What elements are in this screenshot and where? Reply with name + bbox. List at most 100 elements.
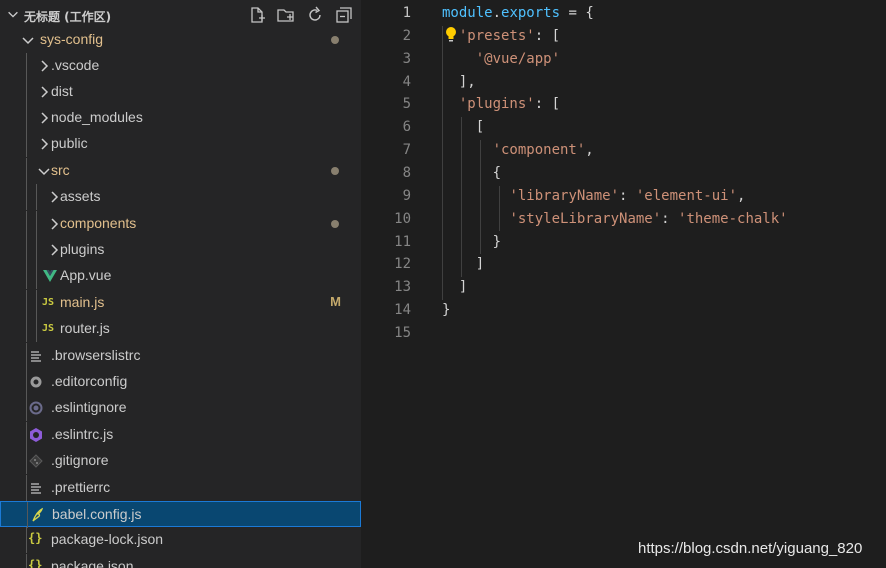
code-token: [ xyxy=(442,119,485,136)
babel-icon xyxy=(29,507,45,523)
line-number: 7 xyxy=(402,142,411,159)
tree-item-router-js[interactable]: JS router.js xyxy=(0,316,361,342)
tree-item-app-vue[interactable]: App.vue xyxy=(0,263,361,289)
tree-item-prettierrc[interactable]: .prettierrc xyxy=(0,475,361,501)
code-token: : [ xyxy=(534,27,561,44)
line-number: 3 xyxy=(402,50,411,67)
eslintignore-icon xyxy=(28,400,44,416)
code-editor[interactable]: 1 2 3 4 5 6 7 8 9 10 11 12 13 14 15 module.exports = {… xyxy=(361,0,886,568)
tree-item-src[interactable]: src xyxy=(0,158,361,184)
line-number: 12 xyxy=(394,256,411,273)
tree-item-assets[interactable]: assets xyxy=(0,184,361,210)
code-line: } xyxy=(442,302,450,318)
code-token: module xyxy=(442,5,493,21)
line-number: 8 xyxy=(402,164,411,181)
chevron-down-icon[interactable] xyxy=(36,163,52,179)
json-file-icon: {} xyxy=(28,558,43,568)
explorer-header[interactable]: 无标题 (工作区) xyxy=(0,0,361,30)
chevron-right-icon[interactable] xyxy=(36,84,52,100)
tree-item-label: dist xyxy=(51,83,73,99)
refresh-icon[interactable] xyxy=(306,6,324,24)
code-line: '@vue/app' xyxy=(442,51,560,67)
code-token: . xyxy=(492,5,502,21)
tree-item-label: .gitignore xyxy=(51,452,109,468)
tree-item-plugins[interactable]: plugins xyxy=(0,237,361,263)
line-number: 14 xyxy=(394,302,411,319)
watermark-url: https://blog.csdn.net/yiguang_820 xyxy=(638,540,863,557)
tree-item-label: router.js xyxy=(60,320,110,336)
code-line: { xyxy=(442,165,501,181)
code-line: } xyxy=(442,234,501,250)
modified-dot xyxy=(331,167,339,175)
tree-item-vscode[interactable]: .vscode xyxy=(0,53,361,79)
tree-item-label: components xyxy=(60,215,137,231)
tree-item-babel-config-js[interactable]: babel.config.js xyxy=(0,501,361,528)
tree-item-browserslistrc[interactable]: .browserslistrc xyxy=(0,343,361,369)
code-token: } xyxy=(442,233,502,250)
indent-guide xyxy=(36,316,37,342)
code-line: ] xyxy=(442,256,484,272)
indent-guide xyxy=(27,502,28,528)
code-token: 'component' xyxy=(492,142,586,159)
tree-item-label: .eslintignore xyxy=(51,399,127,415)
chevron-right-icon[interactable] xyxy=(36,110,52,126)
tree-item-sys-config[interactable]: sys-config xyxy=(0,27,361,53)
lightbulb-icon[interactable] xyxy=(444,26,458,44)
code-token: exports xyxy=(501,5,561,21)
tree-item-package-json[interactable]: {} package.json xyxy=(0,554,361,568)
tree-item-dist[interactable]: dist xyxy=(0,79,361,105)
git-icon xyxy=(28,453,44,469)
tree-item-label: package-lock.json xyxy=(51,531,164,547)
code-line: 'component', xyxy=(442,142,594,158)
line-number: 11 xyxy=(394,233,411,250)
indent-guide xyxy=(36,184,37,210)
new-file-icon[interactable] xyxy=(248,6,266,24)
code-token: 'element-ui' xyxy=(635,187,738,204)
code-token: ], xyxy=(442,73,476,90)
tree-item-components[interactable]: components xyxy=(0,211,361,237)
code-line: ], xyxy=(442,74,476,90)
tree-item-label: .browserslistrc xyxy=(51,347,141,363)
tree-item-editorconfig[interactable]: .editorconfig xyxy=(0,369,361,395)
json-file-icon: {} xyxy=(28,531,43,545)
chevron-right-icon[interactable] xyxy=(36,58,52,74)
chevron-down-icon[interactable] xyxy=(20,32,36,48)
indent-guide xyxy=(26,105,27,131)
tree-item-package-lock-json[interactable]: {} package-lock.json xyxy=(0,527,361,553)
config-file-icon xyxy=(28,480,44,496)
code-token: : xyxy=(619,187,636,204)
indent-guide xyxy=(36,237,37,263)
tree-item-eslintignore[interactable]: .eslintignore xyxy=(0,395,361,421)
indent-guide xyxy=(26,527,27,553)
line-number: 9 xyxy=(402,187,411,204)
indent-guide xyxy=(26,53,27,79)
code-line: 'plugins': [ xyxy=(442,96,560,112)
tree-item-node-modules[interactable]: node_modules xyxy=(0,105,361,131)
tree-item-public[interactable]: public xyxy=(0,131,361,157)
code-token: = { xyxy=(560,5,594,21)
tree-item-label: assets xyxy=(60,188,101,204)
tree-item-label: sys-config xyxy=(40,31,104,47)
js-file-icon: JS xyxy=(42,297,55,308)
indent-guide xyxy=(26,369,27,395)
tree-item-gitignore[interactable]: .gitignore xyxy=(0,448,361,474)
line-number: 1 xyxy=(402,5,411,21)
tree-item-label: node_modules xyxy=(51,109,143,125)
tree-item-eslintrc-js[interactable]: .eslintrc.js xyxy=(0,422,361,448)
tree-item-main-js[interactable]: JS main.js M xyxy=(0,290,361,316)
line-number: 13 xyxy=(394,279,411,296)
indent-guide xyxy=(36,263,37,289)
chevron-down-icon[interactable] xyxy=(6,7,20,21)
new-folder-icon[interactable] xyxy=(277,6,295,24)
code-line: 'libraryName': 'element-ui', xyxy=(442,188,745,204)
indent-guide xyxy=(26,290,27,316)
tree-item-label: .editorconfig xyxy=(51,373,128,389)
tree-item-label: .eslintrc.js xyxy=(51,426,114,442)
collapse-all-icon[interactable] xyxy=(335,6,353,24)
line-number: 15 xyxy=(394,324,411,341)
indent-guide xyxy=(26,158,27,184)
chevron-right-icon[interactable] xyxy=(36,136,52,152)
indent-guide xyxy=(26,395,27,421)
